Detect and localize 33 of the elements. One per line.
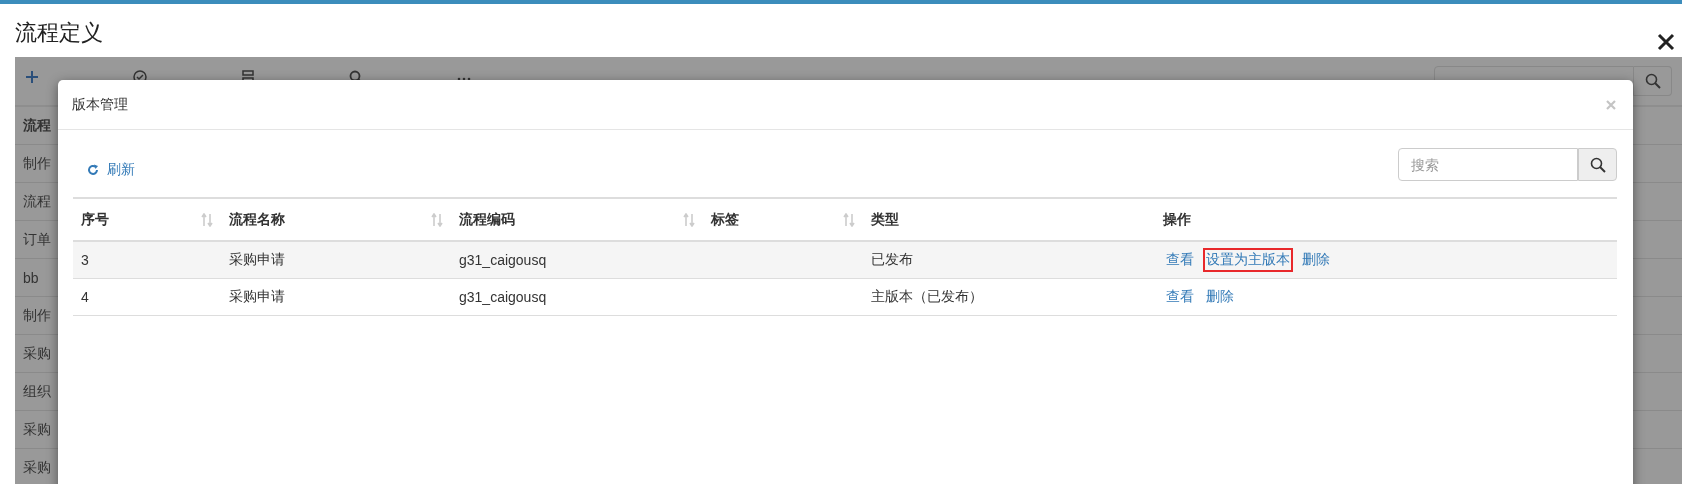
table-cell: 采购	[23, 420, 51, 439]
column-header[interactable]: 类型	[871, 210, 899, 229]
table-cell: 采购申请	[229, 251, 285, 267]
table-cell: 已发布	[871, 251, 913, 267]
action-link[interactable]: 查看	[1163, 248, 1197, 272]
column-header[interactable]: 标签	[711, 210, 739, 229]
table-cell: g31_caigousq	[459, 289, 547, 305]
table-cell: 3	[81, 252, 89, 268]
table-cell: 流程	[23, 192, 51, 211]
column-header: 流程	[23, 116, 51, 135]
column-header[interactable]: 操作	[1163, 210, 1191, 229]
column-header[interactable]: 流程编码	[459, 210, 515, 229]
table-cell: 组织	[23, 382, 51, 401]
action-link[interactable]: 删除	[1299, 248, 1333, 272]
table-cell: bb	[23, 269, 39, 286]
table-cell: 4	[81, 289, 89, 305]
action-link[interactable]: 查看	[1163, 285, 1197, 309]
table-cell: 采购申请	[229, 288, 285, 304]
table-cell: 主版本（已发布）	[871, 288, 983, 304]
table-cell: 制作	[23, 154, 51, 173]
column-header[interactable]: 序号	[81, 210, 109, 229]
dialog-title: 版本管理	[72, 95, 128, 114]
table-cell: 采购	[23, 344, 51, 363]
table-cell: g31_caigousq	[459, 252, 547, 268]
search-field[interactable]: 搜索	[1398, 148, 1578, 181]
action-link[interactable]: 删除	[1203, 285, 1237, 309]
action-link[interactable]: 设置为主版本	[1203, 248, 1293, 272]
table-cell: 采购	[23, 458, 51, 477]
page-title: 流程定义	[15, 19, 103, 47]
refresh-link[interactable]: 刷新	[73, 160, 135, 179]
table-cell: 订单	[23, 230, 51, 249]
column-header[interactable]: 流程名称	[229, 210, 285, 229]
table-cell: 制作	[23, 306, 51, 325]
